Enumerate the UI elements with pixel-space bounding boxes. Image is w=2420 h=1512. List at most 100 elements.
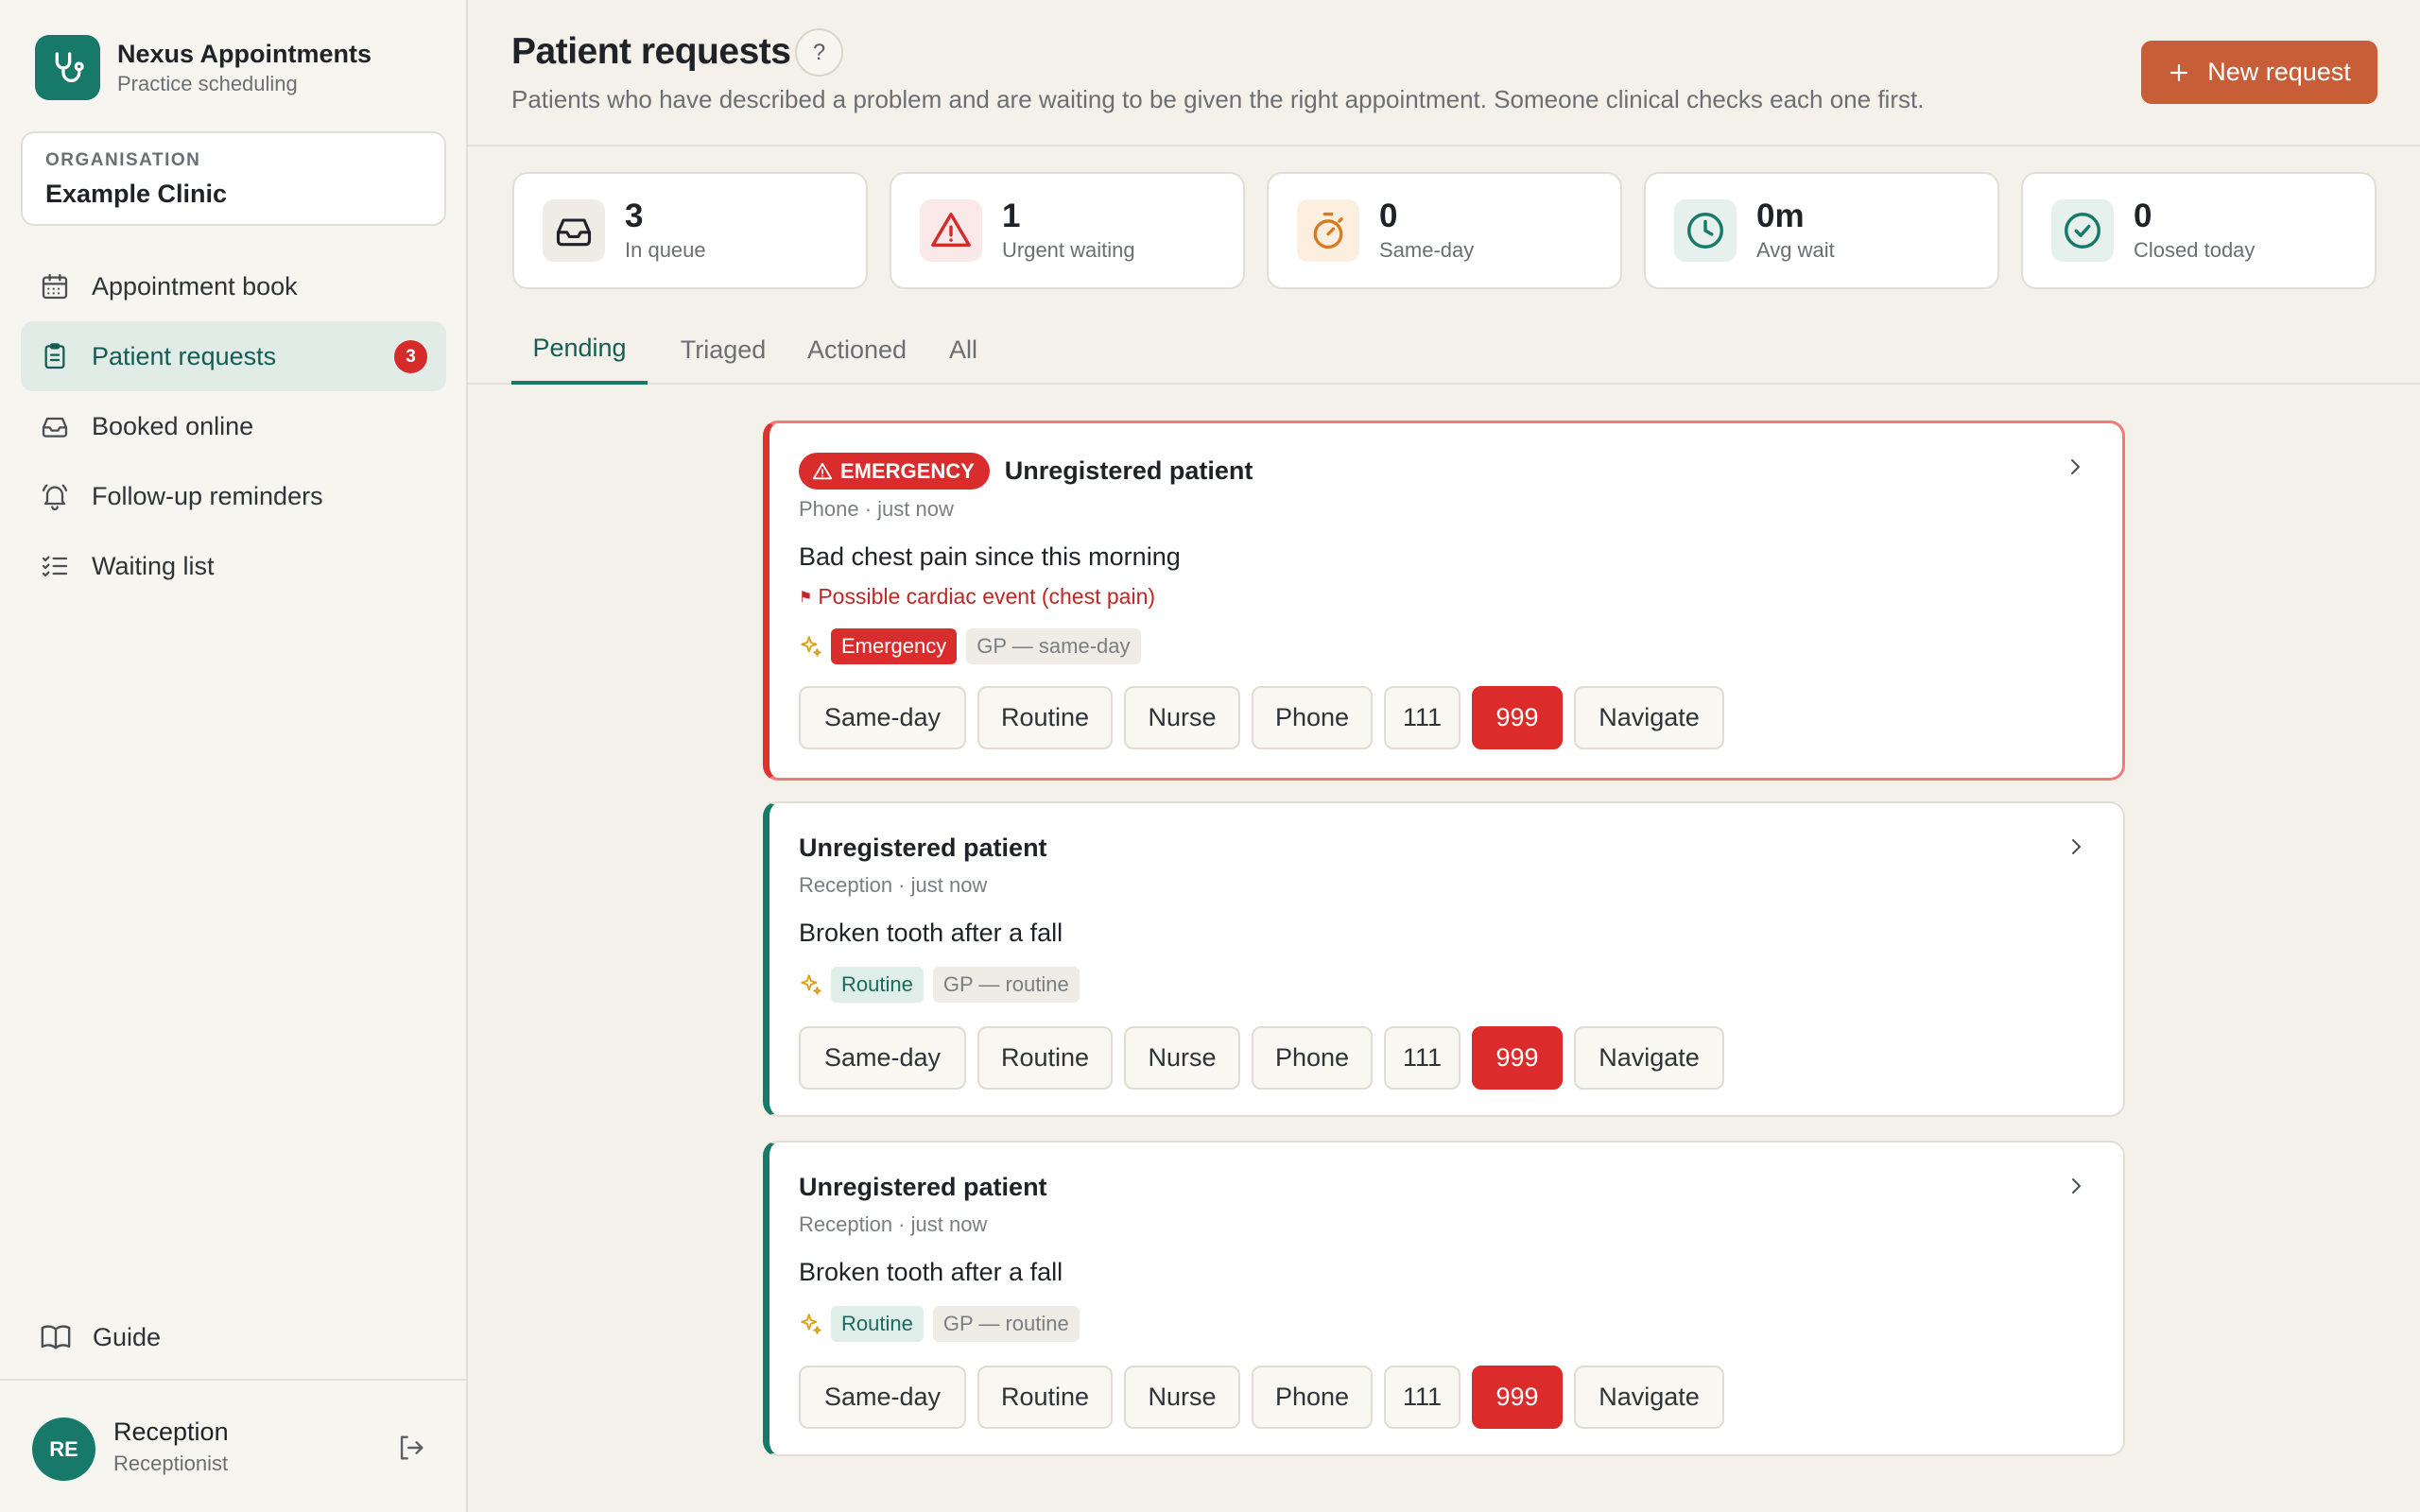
navigate-button[interactable]: Navigate xyxy=(1574,1366,1724,1429)
organisation-selector[interactable]: ORGANISATION Example Clinic xyxy=(21,131,446,226)
routine-button[interactable]: Routine xyxy=(977,686,1113,749)
routine-button[interactable]: Routine xyxy=(977,1026,1113,1090)
sparkle-icon xyxy=(799,972,823,997)
request-description: Bad chest pain since this morning xyxy=(799,542,1181,571)
stat-value: 0 xyxy=(2134,198,2152,234)
nurse-button[interactable]: Nurse xyxy=(1124,1366,1240,1429)
check-circle-icon xyxy=(2051,199,2114,262)
app-name: Nexus Appointments xyxy=(117,39,372,68)
clinical-flag-text: Possible cardiac event (chest pain) xyxy=(818,584,1156,609)
stat-label: Avg wait xyxy=(1756,238,1835,262)
clinical-flag: ⚑ Possible cardiac event (chest pain) xyxy=(799,584,1155,610)
routine-button[interactable]: Routine xyxy=(977,1366,1113,1429)
sidebar-item-follow-up-reminders[interactable]: Follow-up reminders xyxy=(21,461,446,531)
patient-name: Unregistered patient xyxy=(799,833,1047,862)
stat-value: 0 xyxy=(1379,198,1398,234)
request-meta: Reception · just now xyxy=(799,873,988,897)
999-button[interactable]: 999 xyxy=(1472,686,1563,749)
sidebar-item-patient-requests[interactable]: Patient requests 3 xyxy=(21,321,446,391)
same-day-button[interactable]: Same-day xyxy=(799,1026,966,1090)
111-button[interactable]: 111 xyxy=(1384,1026,1461,1090)
count-badge: 3 xyxy=(394,340,427,373)
stat-value: 1 xyxy=(1002,198,1021,234)
sidebar-item-label: Appointment book xyxy=(92,271,298,301)
phone-button[interactable]: Phone xyxy=(1252,1366,1373,1429)
request-card[interactable]: EMERGENCY Unregistered patient Phone · j… xyxy=(763,421,2125,781)
clock-icon xyxy=(1674,199,1737,262)
avatar: RE xyxy=(32,1418,95,1481)
priority-tag: Emergency xyxy=(831,628,958,664)
tab-triaged[interactable]: Triaged xyxy=(672,315,774,385)
new-request-button[interactable]: New request xyxy=(2141,41,2377,104)
warning-icon xyxy=(812,462,833,479)
request-description: Broken tooth after a fall xyxy=(799,1258,1063,1286)
stat-label: Closed today xyxy=(2134,238,2256,262)
sidebar-item-label: Patient requests xyxy=(92,341,277,370)
request-meta: Phone · just now xyxy=(799,497,954,521)
stethoscope-icon xyxy=(35,35,100,100)
111-button[interactable]: 111 xyxy=(1384,686,1461,749)
chevron-right-icon[interactable] xyxy=(2064,455,2086,478)
111-button[interactable]: 111 xyxy=(1384,1366,1461,1429)
stat-urgent-waiting: 1 Urgent waiting xyxy=(890,172,1245,289)
request-card[interactable]: Unregistered patient Reception · just no… xyxy=(763,801,2125,1117)
sidebar-item-waiting-list[interactable]: Waiting list xyxy=(21,531,446,601)
card-header: Unregistered patient xyxy=(799,1173,1047,1202)
app-subtitle: Practice scheduling xyxy=(117,71,298,95)
clipboard-icon xyxy=(38,339,72,373)
page-header: Patient requests ? Patients who have des… xyxy=(468,0,2420,146)
same-day-button[interactable]: Same-day xyxy=(799,686,966,749)
action-buttons: Same-day Routine Nurse Phone 111 999 Nav… xyxy=(799,1366,1724,1429)
stat-value: 0m xyxy=(1756,198,1805,234)
nurse-button[interactable]: Nurse xyxy=(1124,1026,1240,1090)
tab-actioned[interactable]: Actioned xyxy=(798,315,916,385)
bell-icon xyxy=(38,479,72,513)
tab-pending[interactable]: Pending xyxy=(511,315,648,385)
stat-value: 3 xyxy=(625,198,644,234)
inbox-icon xyxy=(543,199,605,262)
phone-button[interactable]: Phone xyxy=(1252,686,1373,749)
page-subtitle: Patients who have described a problem an… xyxy=(511,85,1925,113)
chevron-right-icon[interactable] xyxy=(2065,1175,2087,1197)
emergency-badge: EMERGENCY xyxy=(799,453,990,490)
tab-all[interactable]: All xyxy=(941,315,986,385)
logout-icon[interactable] xyxy=(395,1432,427,1464)
stat-in-queue: 3 In queue xyxy=(512,172,868,289)
list-check-icon xyxy=(38,549,72,583)
brand: Nexus Appointments Practice scheduling xyxy=(35,35,372,100)
stat-label: Same-day xyxy=(1379,238,1475,262)
same-day-button[interactable]: Same-day xyxy=(799,1366,966,1429)
request-description: Broken tooth after a fall xyxy=(799,919,1063,947)
calendar-icon xyxy=(38,269,72,303)
request-meta: Reception · just now xyxy=(799,1212,988,1236)
stat-avg-wait: 0m Avg wait xyxy=(1644,172,1999,289)
chevron-right-icon[interactable] xyxy=(2065,835,2087,858)
triage-suggestion: Routine GP — routine xyxy=(799,1306,1089,1342)
card-header: Unregistered patient xyxy=(799,833,1047,863)
phone-button[interactable]: Phone xyxy=(1252,1026,1373,1090)
tab-bar: Pending Triaged Actioned All xyxy=(468,315,2420,385)
999-button[interactable]: 999 xyxy=(1472,1026,1563,1090)
help-button[interactable]: ? xyxy=(795,28,843,77)
guide-link[interactable]: Guide xyxy=(38,1319,161,1355)
patient-name: Unregistered patient xyxy=(1004,456,1253,485)
navigate-button[interactable]: Navigate xyxy=(1574,686,1724,749)
organisation-name: Example Clinic xyxy=(45,180,228,208)
navigate-button[interactable]: Navigate xyxy=(1574,1026,1724,1090)
stopwatch-icon xyxy=(1297,199,1359,262)
sidebar-item-label: Booked online xyxy=(92,411,254,440)
sidebar-item-appointment-book[interactable]: Appointment book xyxy=(21,251,446,321)
priority-tag: Routine xyxy=(831,967,924,1003)
priority-tag: Routine xyxy=(831,1306,924,1342)
request-card[interactable]: Unregistered patient Reception · just no… xyxy=(763,1141,2125,1456)
nurse-button[interactable]: Nurse xyxy=(1124,686,1240,749)
sidebar-item-booked-online[interactable]: Booked online xyxy=(21,391,446,461)
suggestion-tag: GP — routine xyxy=(932,1306,1080,1342)
stat-closed-today: 0 Closed today xyxy=(2021,172,2377,289)
999-button[interactable]: 999 xyxy=(1472,1366,1563,1429)
card-header: EMERGENCY Unregistered patient xyxy=(799,453,1253,490)
action-buttons: Same-day Routine Nurse Phone 111 999 Nav… xyxy=(799,686,1724,749)
page-title: Patient requests xyxy=(511,31,791,72)
user-role: Receptionist xyxy=(113,1452,229,1475)
action-buttons: Same-day Routine Nurse Phone 111 999 Nav… xyxy=(799,1026,1724,1090)
